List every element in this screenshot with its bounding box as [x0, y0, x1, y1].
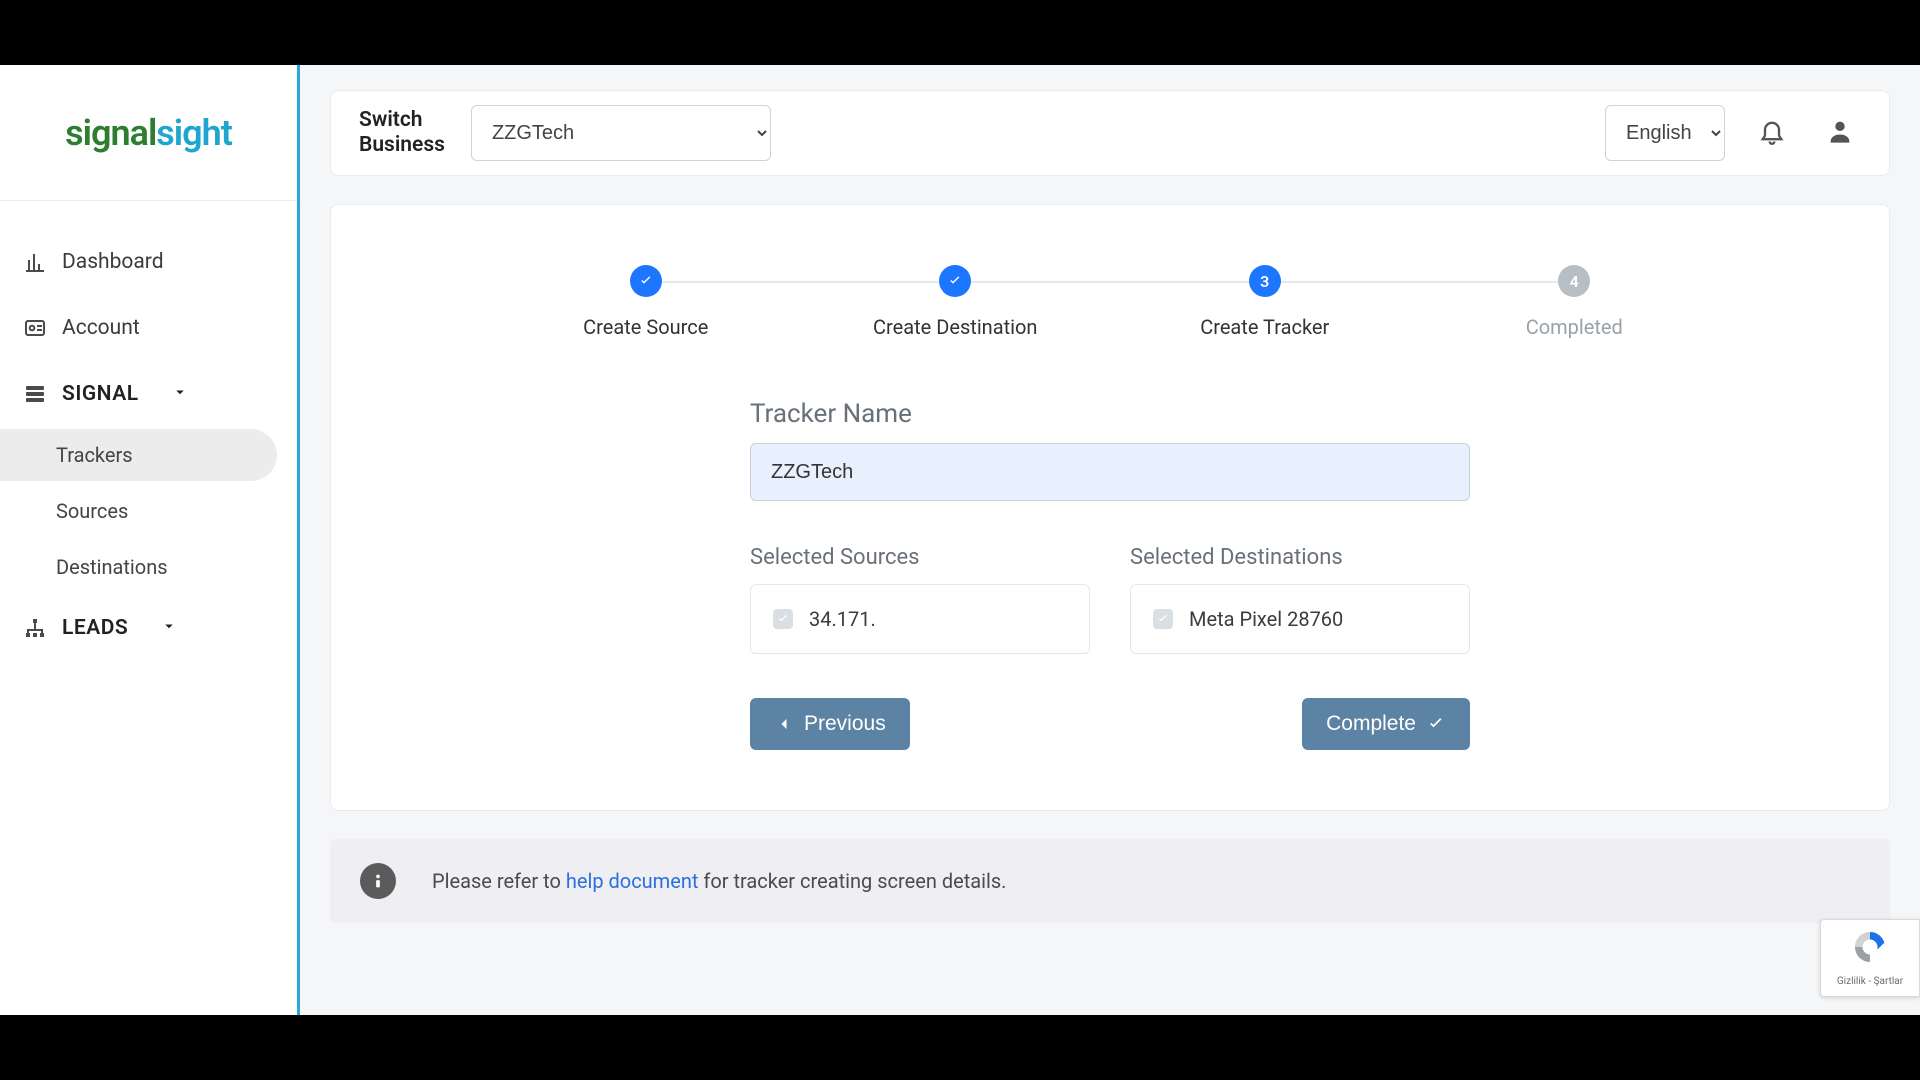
chevron-down-icon	[160, 617, 178, 640]
check-icon	[638, 273, 654, 289]
step-circle-disabled: 4	[1558, 265, 1590, 297]
server-icon	[22, 381, 48, 407]
brand-logo: signalsight	[0, 65, 297, 200]
destination-item: Meta Pixel 28760	[1130, 584, 1470, 654]
user-icon	[1826, 117, 1854, 149]
sidebar: signalsight Dashboard Ac	[0, 65, 300, 1015]
source-item: 34.171.	[750, 584, 1090, 654]
step-completed: 4 Completed	[1420, 265, 1730, 339]
notifications-button[interactable]	[1751, 112, 1793, 154]
selected-sources-column: Selected Sources 34.171.	[750, 545, 1090, 654]
complete-button[interactable]: Complete	[1302, 698, 1470, 750]
sidebar-section-label: LEADS	[62, 616, 128, 640]
checkbox-disabled	[773, 609, 793, 629]
sidebar-item-label: Dashboard	[62, 250, 164, 274]
bar-chart-icon	[22, 249, 48, 275]
sidebar-section-leads[interactable]: LEADS	[0, 597, 297, 659]
brand-part1: signal	[65, 112, 156, 154]
brand-part2: sight	[156, 112, 232, 154]
chevron-down-icon	[171, 383, 189, 406]
language-select[interactable]: English	[1605, 105, 1725, 161]
account-card-icon	[22, 315, 48, 341]
step-circle-done	[939, 265, 971, 297]
check-icon	[1426, 714, 1446, 734]
info-bar: Please refer to help document for tracke…	[330, 839, 1890, 923]
sidebar-divider	[0, 200, 297, 201]
profile-button[interactable]	[1819, 112, 1861, 154]
sidebar-section-signal[interactable]: SIGNAL	[0, 363, 297, 425]
info-icon	[360, 863, 396, 899]
step-label: Create Tracker	[1200, 315, 1329, 339]
recaptcha-badge: Gizlilik - Şartlar	[1820, 919, 1920, 997]
sitemap-icon	[22, 615, 48, 641]
help-document-link[interactable]: help document	[566, 869, 699, 893]
form-area: Tracker Name Selected Sources 34.171.	[750, 399, 1470, 750]
step-label: Create Destination	[873, 315, 1037, 339]
source-item-label: 34.171.	[809, 607, 876, 631]
check-icon	[776, 612, 790, 626]
info-text: Please refer to help document for tracke…	[432, 869, 1006, 893]
checkbox-disabled	[1153, 609, 1173, 629]
recaptcha-footer: Gizlilik - Şartlar	[1837, 976, 1903, 987]
sidebar-item-label: Destinations	[56, 555, 168, 579]
sidebar-item-account[interactable]: Account	[0, 297, 297, 359]
sidebar-item-dashboard[interactable]: Dashboard	[0, 231, 297, 293]
step-label: Completed	[1526, 315, 1623, 339]
bell-icon	[1758, 117, 1786, 149]
tracker-name-input[interactable]	[750, 443, 1470, 501]
sidebar-item-sources[interactable]: Sources	[0, 485, 297, 537]
sidebar-item-label: Trackers	[56, 443, 133, 467]
letterbox-bottom	[0, 1015, 1920, 1080]
previous-button[interactable]: Previous	[750, 698, 910, 750]
selected-sources-label: Selected Sources	[750, 545, 1090, 570]
previous-button-label: Previous	[804, 712, 886, 736]
tracker-name-label: Tracker Name	[750, 399, 1470, 429]
stepper: Create Source Create Destination 3 Creat…	[491, 265, 1729, 339]
check-icon	[947, 273, 963, 289]
sidebar-item-label: Sources	[56, 499, 128, 523]
switch-business-label: Switch Business	[359, 108, 445, 158]
sidebar-nav: Dashboard Account SIGNAL	[0, 231, 297, 659]
app-viewport: signalsight Dashboard Ac	[0, 65, 1920, 1015]
step-create-destination: Create Destination	[801, 265, 1111, 339]
step-create-source: Create Source	[491, 265, 801, 339]
wizard-card: Create Source Create Destination 3 Creat…	[330, 204, 1890, 811]
info-glyph-icon	[367, 870, 389, 892]
destination-item-label: Meta Pixel 28760	[1189, 607, 1343, 631]
sidebar-item-label: Account	[62, 316, 140, 340]
step-create-tracker: 3 Create Tracker	[1110, 265, 1420, 339]
sidebar-section-label: SIGNAL	[62, 382, 139, 406]
recaptcha-icon	[1850, 929, 1890, 972]
selected-destinations-column: Selected Destinations Meta Pixel 28760	[1130, 545, 1470, 654]
step-label: Create Source	[583, 315, 708, 339]
step-circle-active: 3	[1249, 265, 1281, 297]
sidebar-item-trackers[interactable]: Trackers	[0, 429, 277, 481]
complete-button-label: Complete	[1326, 712, 1416, 736]
content-area: Switch Business ZZGTech English	[300, 65, 1920, 1015]
check-icon	[1156, 612, 1170, 626]
selected-destinations-label: Selected Destinations	[1130, 545, 1470, 570]
header-card: Switch Business ZZGTech English	[330, 90, 1890, 176]
sidebar-item-destinations[interactable]: Destinations	[0, 541, 297, 593]
chevron-left-icon	[774, 714, 794, 734]
letterbox-top	[0, 0, 1920, 65]
business-select[interactable]: ZZGTech	[471, 105, 771, 161]
step-circle-done	[630, 265, 662, 297]
